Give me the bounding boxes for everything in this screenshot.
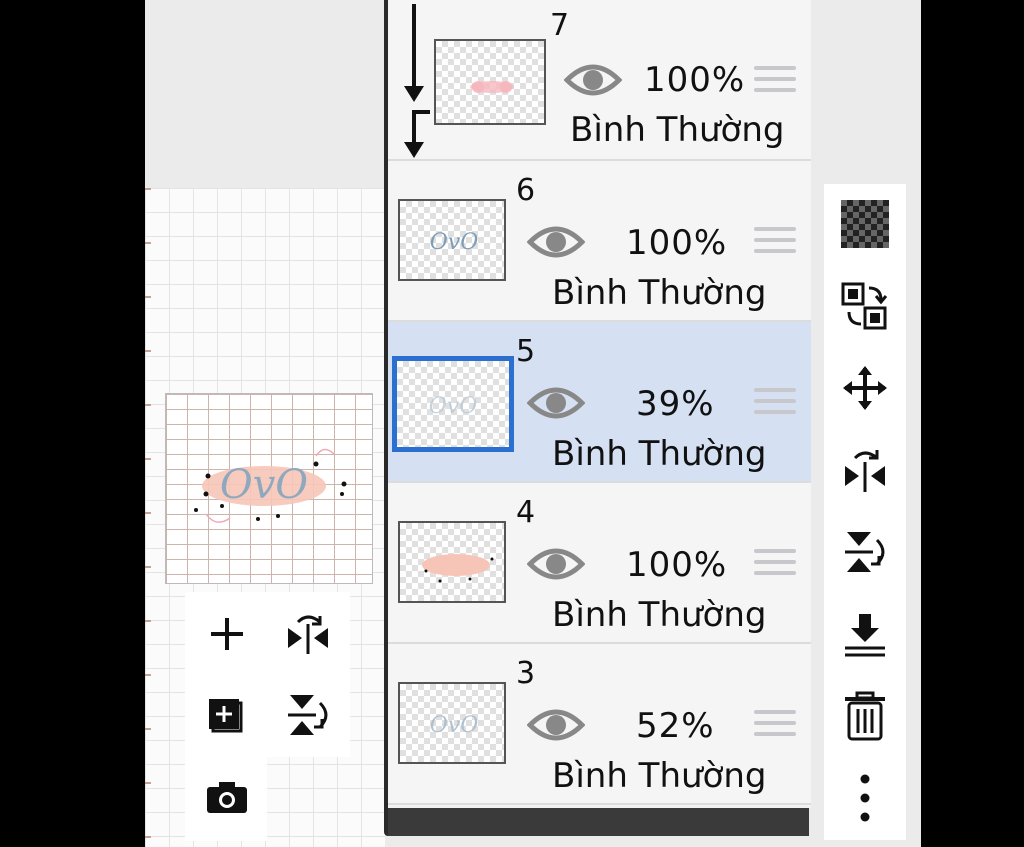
canvas-preview[interactable]: OvO — [165, 393, 373, 584]
drag-handle-icon[interactable] — [754, 66, 796, 96]
layer-number: 4 — [516, 495, 536, 530]
add-layer-icon[interactable] — [197, 604, 257, 664]
drag-handle-icon[interactable] — [754, 549, 796, 579]
flip-horizontal-icon[interactable] — [278, 604, 338, 664]
layer-opacity[interactable]: 52% — [636, 706, 715, 746]
preview-text: OvO — [220, 462, 308, 508]
layer-thumbnail[interactable] — [398, 521, 506, 603]
layer-blend-mode[interactable]: Bình Thường — [552, 595, 766, 635]
transparency-icon[interactable] — [835, 194, 895, 254]
layer-blend-mode[interactable]: Bình Thường — [552, 756, 766, 796]
flip-vertical-icon[interactable] — [278, 685, 338, 745]
svg-text:OvO: OvO — [430, 230, 479, 255]
layer-thumbnail[interactable] — [434, 39, 546, 125]
layer-list[interactable]: 7 100% Bình Thường 6 OvO 100% Bình Thườn… — [388, 0, 811, 808]
trash-icon[interactable] — [835, 686, 895, 746]
layer-row[interactable]: 7 100% Bình Thường — [388, 0, 811, 161]
layer-panel: 7 100% Bình Thường 6 OvO 100% Bình Thườn… — [384, 0, 811, 836]
layer-opacity[interactable]: 100% — [644, 60, 745, 100]
ruler — [145, 188, 151, 847]
right-toolbar — [824, 184, 906, 840]
layer-number: 7 — [550, 8, 570, 43]
svg-text:OvO: OvO — [430, 713, 479, 738]
layer-blend-mode[interactable]: Bình Thường — [552, 273, 766, 313]
layer-row[interactable]: 4 100% Bình Thường — [388, 483, 811, 644]
svg-text:OvO: OvO — [429, 394, 478, 419]
layer-row[interactable]: 6 OvO 100% Bình Thường — [388, 161, 811, 322]
layer-opacity[interactable]: 100% — [626, 545, 727, 585]
layer-number: 6 — [516, 173, 536, 208]
clipping-arrow-icon — [404, 4, 430, 158]
layer-number: 5 — [516, 334, 536, 369]
layer-thumbnail[interactable]: OvO — [398, 682, 506, 764]
left-toolbar — [185, 592, 350, 757]
layer-thumbnail[interactable]: OvO — [398, 199, 506, 281]
layer-row-selected[interactable]: 5 OvO 39% Bình Thường — [388, 322, 811, 483]
layer-row[interactable]: 3 OvO 52% Bình Thường — [388, 644, 811, 805]
layer-thumbnail[interactable]: OvO — [392, 356, 514, 452]
drag-handle-icon[interactable] — [754, 388, 796, 418]
flip-vertical-icon[interactable] — [835, 522, 895, 582]
merge-down-icon[interactable] — [835, 604, 895, 664]
visibility-eye-icon[interactable] — [526, 705, 586, 745]
add-layer-copy-icon[interactable] — [197, 685, 257, 745]
move-icon[interactable] — [835, 358, 895, 418]
visibility-eye-icon[interactable] — [526, 544, 586, 584]
flip-horizontal-icon[interactable] — [835, 440, 895, 500]
visibility-eye-icon[interactable] — [526, 222, 586, 262]
drag-handle-icon[interactable] — [754, 710, 796, 740]
drag-handle-icon[interactable] — [754, 227, 796, 257]
layer-opacity[interactable]: 100% — [626, 223, 727, 263]
camera-icon[interactable] — [197, 767, 257, 827]
more-icon[interactable] — [835, 768, 895, 828]
visibility-eye-icon[interactable] — [563, 60, 623, 100]
visibility-eye-icon[interactable] — [526, 383, 586, 423]
layer-opacity[interactable]: 39% — [636, 384, 715, 424]
layer-blend-mode[interactable]: Bình Thường — [570, 110, 784, 150]
app-window: OvO 7 100% Bình Thường 6 OvO 100% Bình T… — [145, 0, 921, 847]
layer-blend-mode[interactable]: Bình Thường — [552, 434, 766, 474]
camera-panel — [185, 757, 267, 841]
layer-panel-bottom — [388, 808, 809, 836]
layer-number: 3 — [516, 656, 536, 691]
swap-layer-icon[interactable] — [835, 276, 895, 336]
